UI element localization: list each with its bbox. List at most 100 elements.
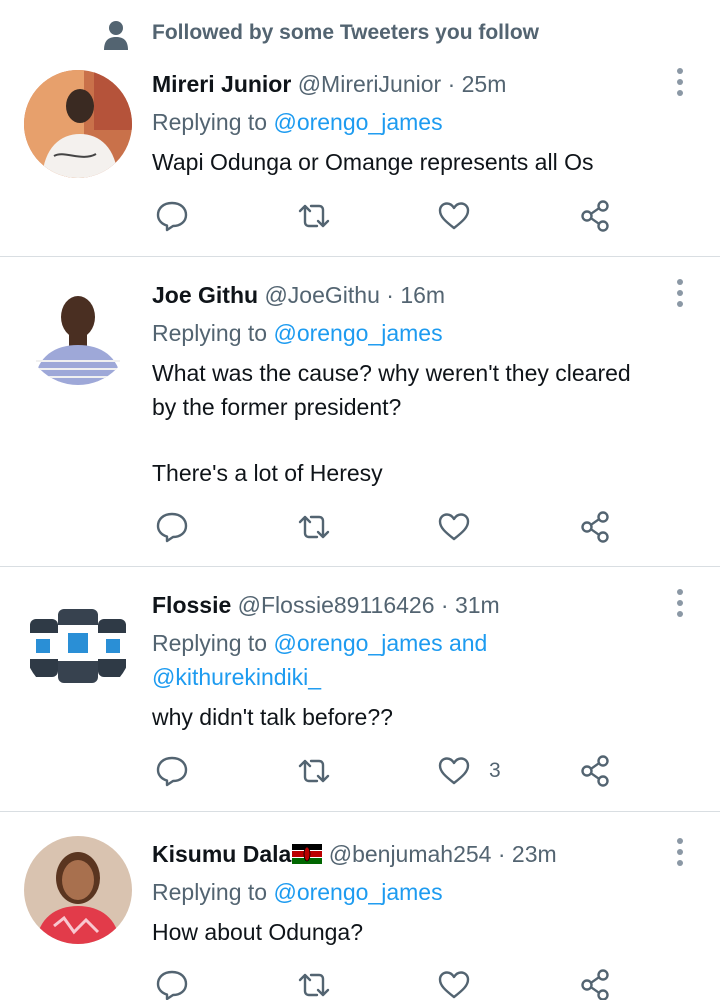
tweet-text-line: Wapi Odunga or Omange represents all Os (152, 149, 594, 175)
comment-icon (156, 756, 188, 787)
tweet[interactable]: Flossie @Flossie89116426 · 31m Replying … (0, 567, 720, 812)
tweet-text: What was the cause? why weren't they cle… (152, 356, 697, 490)
avatar[interactable] (24, 836, 132, 944)
author-handle[interactable]: @MireriJunior (298, 71, 441, 97)
replying-to-label: Replying to (152, 630, 268, 656)
retweet-icon (298, 973, 330, 997)
kenya-flag-icon (292, 844, 323, 864)
author-name[interactable]: Kisumu Dala (152, 841, 291, 867)
share-button[interactable] (578, 965, 612, 1000)
avatar[interactable] (24, 70, 132, 178)
more-vertical-icon[interactable] (669, 67, 691, 97)
author-handle[interactable]: @JoeGithu (264, 282, 379, 308)
author-handle[interactable]: @Flossie89116426 (238, 592, 435, 618)
reply-button[interactable] (155, 965, 189, 1000)
like-button[interactable] (437, 196, 489, 236)
retweet-button[interactable] (297, 196, 331, 236)
replying-to-label: Replying to (152, 879, 268, 905)
timestamp[interactable]: 23m (512, 841, 557, 867)
like-button[interactable]: 3 (437, 751, 501, 791)
replying-to: Replying to @orengo_james (152, 316, 443, 350)
tweet-actions (0, 965, 720, 1000)
retweet-icon (298, 204, 330, 228)
retweet-button[interactable] (297, 507, 331, 547)
timestamp[interactable]: 16m (400, 282, 445, 308)
heart-icon (438, 513, 470, 541)
author-name[interactable]: Mireri Junior (152, 71, 291, 97)
tweet-text: Wapi Odunga or Omange represents all Os (152, 145, 697, 179)
social-context-bar: Followed by some Tweeters you follow (0, 0, 720, 62)
reply-button[interactable] (155, 196, 189, 236)
tweet-text-line: How about Odunga? (152, 919, 363, 945)
more-vertical-icon[interactable] (669, 278, 691, 308)
author-name[interactable]: Flossie (152, 592, 231, 618)
tweet-header: Mireri Junior @MireriJunior · 25m (152, 69, 506, 99)
tweet-actions (0, 196, 720, 236)
heart-icon (438, 757, 470, 785)
retweet-button[interactable] (297, 965, 331, 1000)
share-button[interactable] (578, 751, 612, 791)
tweet-actions: 3 (0, 751, 720, 791)
avatar[interactable] (24, 589, 132, 697)
tweet-header: Joe Githu @JoeGithu · 16m (152, 280, 445, 310)
like-button[interactable] (437, 507, 489, 547)
reply-button[interactable] (155, 751, 189, 791)
more-vertical-icon[interactable] (669, 588, 691, 618)
mention-join: and (448, 630, 488, 656)
tweet-header: Flossie @Flossie89116426 · 31m (152, 590, 500, 620)
timestamp[interactable]: 25m (462, 71, 507, 97)
share-icon (581, 511, 609, 543)
social-context-text: Followed by some Tweeters you follow (152, 21, 540, 44)
tweet-text-line: There's a lot of Heresy (152, 460, 383, 486)
share-icon (581, 200, 609, 232)
retweet-icon (298, 515, 330, 539)
share-button[interactable] (578, 507, 612, 547)
tweet-text-line: What was the cause? why weren't they cle… (152, 360, 631, 386)
comment-icon (156, 201, 188, 232)
mention-link[interactable]: @orengo_james (273, 630, 442, 656)
timestamp[interactable]: 31m (455, 592, 500, 618)
tweet-text-line: why didn't talk before?? (152, 704, 393, 730)
tweet-header: Kisumu Dala @benjumah254 · 23m (152, 839, 557, 869)
replying-to: Replying to @orengo_james (152, 875, 443, 909)
tweet-actions (0, 507, 720, 547)
replying-to: Replying to @orengo_james (152, 105, 443, 139)
avatar-image (24, 836, 132, 944)
avatar[interactable] (24, 277, 132, 385)
separator-dot: · (447, 71, 456, 97)
tweet-text: why didn't talk before?? (152, 700, 697, 734)
like-button[interactable] (437, 965, 489, 1000)
tweet[interactable]: Kisumu Dala @benjumah254 · 23m Replying … (0, 812, 720, 1000)
separator-dot: · (497, 841, 506, 867)
mention-link[interactable]: @kithurekindiki_ (152, 664, 321, 690)
like-count: 3 (489, 759, 501, 782)
mention-link[interactable]: @orengo_james (273, 879, 442, 905)
heart-icon (438, 202, 470, 230)
separator-dot: · (440, 592, 449, 618)
replying-to-label: Replying to (152, 320, 268, 346)
retweet-button[interactable] (297, 751, 331, 791)
mention-link[interactable]: @orengo_james (273, 109, 442, 135)
comment-icon (156, 970, 188, 1000)
replying-to-label: Replying to (152, 109, 268, 135)
retweet-icon (298, 759, 330, 783)
share-button[interactable] (578, 196, 612, 236)
tweet[interactable]: Mireri Junior @MireriJunior · 25m Replyi… (0, 62, 720, 257)
avatar-image (24, 589, 132, 697)
tweet[interactable]: Joe Githu @JoeGithu · 16m Replying to @o… (0, 257, 720, 567)
avatar-image (24, 70, 132, 178)
tweet-text: How about Odunga? (152, 915, 697, 949)
reply-button[interactable] (155, 507, 189, 547)
avatar-image (24, 277, 132, 385)
heart-icon (438, 971, 470, 999)
separator-dot: · (386, 282, 394, 308)
share-icon (581, 755, 609, 787)
more-vertical-icon[interactable] (669, 837, 691, 867)
person-icon (104, 21, 128, 50)
tweet-text-line: by the former president? (152, 394, 402, 420)
author-name[interactable]: Joe Githu (152, 282, 258, 308)
author-handle[interactable]: @benjumah254 (329, 841, 492, 867)
replying-to: Replying to @orengo_james and @kithureki… (152, 626, 487, 694)
share-icon (581, 969, 609, 1000)
mention-link[interactable]: @orengo_james (273, 320, 442, 346)
